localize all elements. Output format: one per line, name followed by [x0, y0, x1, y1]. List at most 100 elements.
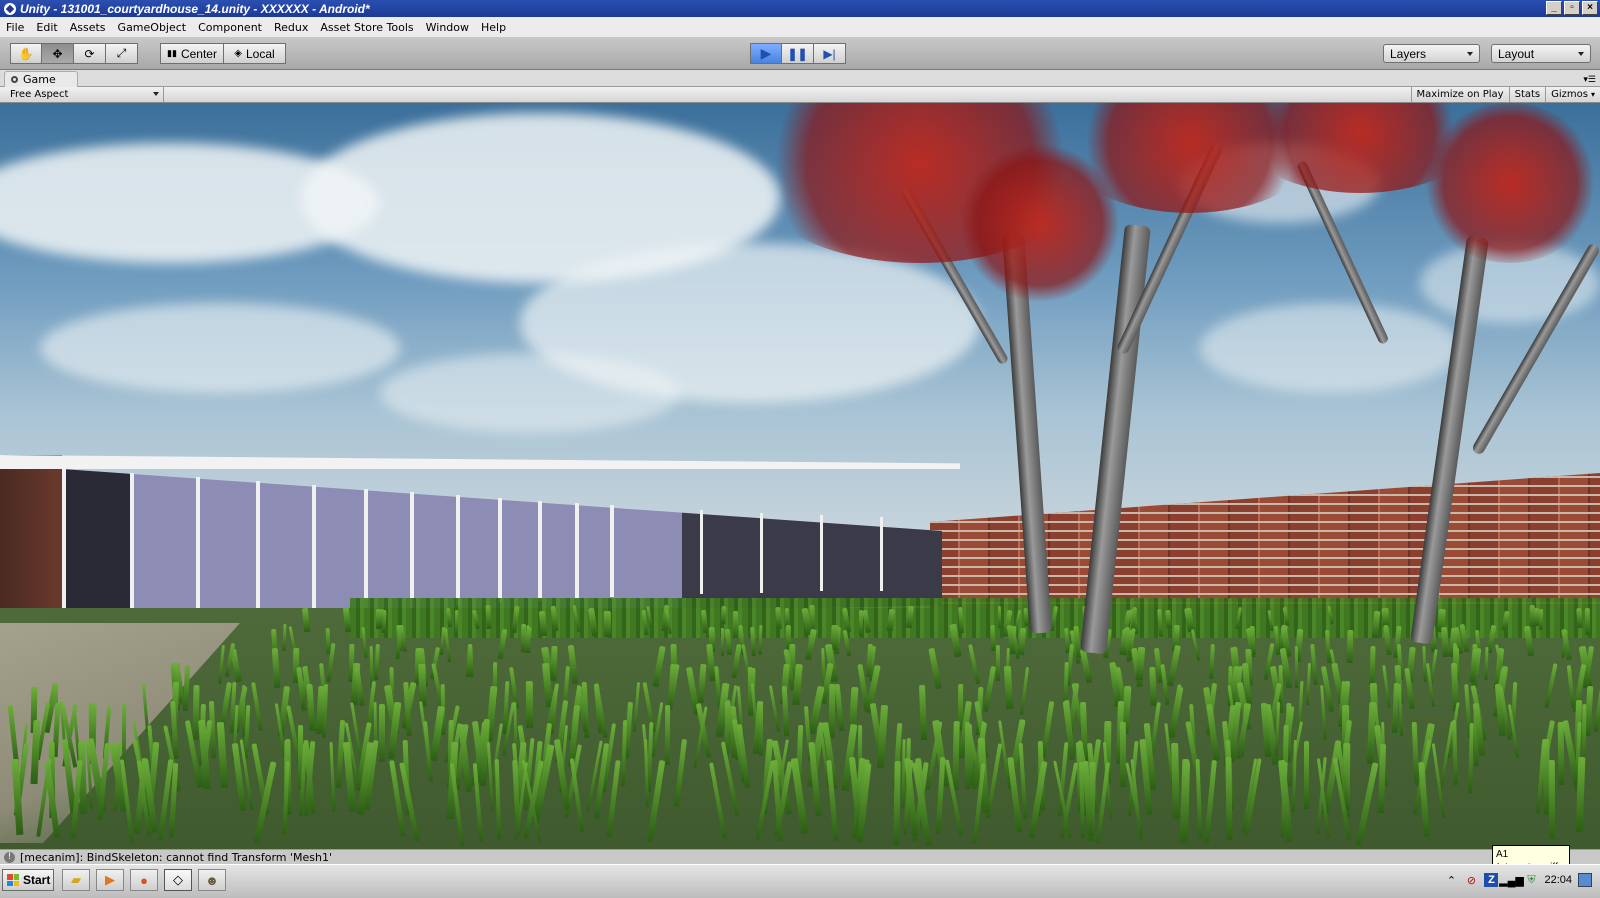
window-mullion	[700, 510, 703, 594]
step-icon: ▶|	[823, 46, 836, 61]
stats-toggle[interactable]: Stats	[1508, 87, 1546, 102]
grass-blade	[511, 605, 521, 634]
grass-blade	[1441, 627, 1449, 658]
layers-dropdown[interactable]: Layers	[1383, 44, 1480, 63]
unity-icon: ◇	[173, 872, 183, 887]
menu-help[interactable]: Help	[481, 21, 506, 34]
grass-blade	[749, 626, 756, 656]
menu-component[interactable]: Component	[198, 21, 262, 34]
grass-field	[0, 593, 1600, 849]
grass-blade	[957, 607, 964, 634]
menu-edit[interactable]: Edit	[36, 21, 57, 34]
grass-blade	[724, 628, 732, 655]
show-hidden-icons-icon[interactable]: ⌃	[1444, 873, 1458, 887]
taskbar-unity[interactable]: ◇	[164, 869, 192, 891]
menu-assets[interactable]: Assets	[70, 21, 106, 34]
maximize-button[interactable]: ▫	[1564, 1, 1580, 15]
grass-blade	[1355, 762, 1379, 846]
grass-blade	[1017, 627, 1027, 656]
grass-blade	[1119, 721, 1127, 787]
grass-blade	[1079, 648, 1093, 683]
hand-tool-button[interactable]: ✋	[10, 43, 42, 64]
pause-button[interactable]: ❚❚	[782, 43, 814, 64]
speaker-muted-icon[interactable]: ⊘	[1464, 873, 1478, 887]
grass-blade	[494, 759, 502, 840]
rotate-icon: ⟳	[84, 46, 95, 61]
pivot-center-button[interactable]: ▮▮ Center	[160, 43, 224, 64]
taskbar-gimp[interactable]: ☻	[198, 869, 226, 891]
pivot-label: Center	[180, 46, 217, 61]
tab-game-label: Game	[23, 73, 56, 86]
play-icon: ▶	[760, 45, 772, 61]
window-mullion	[538, 501, 542, 601]
rotate-tool-button[interactable]: ⟳	[74, 43, 106, 64]
grass-blade	[1304, 741, 1310, 810]
close-button[interactable]: ×	[1582, 1, 1598, 15]
grass-blade	[1020, 666, 1030, 715]
grass-blade	[646, 606, 653, 629]
unity-logo-icon	[4, 2, 16, 15]
aspect-dropdown[interactable]: Free Aspect	[4, 87, 164, 102]
grass-blade	[1004, 665, 1014, 709]
grass-blade	[218, 644, 226, 684]
grass-blade	[781, 685, 789, 737]
grass-blade	[444, 627, 452, 663]
start-button[interactable]: Start	[2, 869, 54, 891]
play-button[interactable]: ▶	[750, 43, 782, 64]
security-shield-icon[interactable]: ⛨	[1524, 873, 1538, 887]
grass-blade	[697, 663, 707, 703]
grass-blade	[965, 722, 971, 790]
gizmos-dropdown[interactable]: Gizmos ▾	[1545, 87, 1600, 102]
grass-blade	[1524, 626, 1534, 657]
menu-asset-store-tools[interactable]: Asset Store Tools	[320, 21, 413, 34]
space-local-button[interactable]: ◈ Local	[224, 43, 286, 64]
grass-blade	[731, 644, 742, 679]
scale-tool-button[interactable]: ⤢	[106, 43, 138, 64]
menu-redux[interactable]: Redux	[274, 21, 308, 34]
menu-gameobject[interactable]: GameObject	[118, 21, 187, 34]
window-mullion	[880, 517, 883, 591]
folder-icon: ▰	[71, 872, 81, 887]
game-viewport[interactable]	[0, 103, 1600, 849]
maximize-on-play-toggle[interactable]: Maximize on Play	[1410, 87, 1509, 102]
grass-blade	[1208, 643, 1215, 679]
panel-menu-icon[interactable]: ▾☰	[1583, 74, 1596, 85]
grass-blade	[343, 607, 352, 633]
grass-blade	[1576, 607, 1583, 629]
show-desktop-icon[interactable]	[1578, 873, 1592, 887]
grass-blade	[1203, 760, 1217, 844]
window-mullion	[820, 515, 823, 591]
grass-blade	[216, 721, 229, 789]
grass-blade	[1593, 682, 1600, 733]
grass-blade	[1404, 667, 1416, 709]
grass-blade	[1157, 608, 1164, 637]
tree-foliage	[1420, 103, 1600, 263]
zotero-icon[interactable]: Z	[1484, 873, 1499, 887]
grass-blade	[1234, 606, 1242, 629]
taskbar-explorer[interactable]: ▰	[62, 869, 90, 891]
taskbar-media-player[interactable]: ▶	[96, 869, 124, 891]
move-tool-button[interactable]: ✥	[42, 43, 74, 64]
grass-blade	[674, 738, 688, 807]
grass-blade	[664, 704, 670, 765]
layout-dropdown[interactable]: Layout	[1491, 44, 1591, 63]
taskbar-firefox[interactable]: ●	[130, 869, 158, 891]
pause-icon: ❚❚	[787, 46, 808, 61]
tab-game[interactable]: Game	[4, 71, 78, 87]
grass-blade	[1383, 624, 1392, 655]
grass-blade	[982, 666, 996, 713]
menu-window[interactable]: Window	[426, 21, 469, 34]
grass-blade	[758, 624, 763, 655]
warning-icon: !	[4, 851, 15, 863]
step-button[interactable]: ▶|	[814, 43, 846, 64]
clock[interactable]: 22:04	[1544, 874, 1572, 886]
scale-icon: ⤢	[116, 46, 127, 60]
network-signal-icon[interactable]: ▂▄▆	[1499, 873, 1524, 887]
console-status-bar[interactable]: ! [mecanim]: BindSkeleton: cannot find T…	[0, 849, 1600, 864]
grass-blade	[652, 645, 666, 688]
minimize-button[interactable]: _	[1546, 1, 1562, 15]
grass-blade	[1267, 610, 1274, 632]
grass-blade	[719, 605, 726, 625]
menu-file[interactable]: File	[6, 21, 24, 34]
grass-blade	[1327, 605, 1334, 625]
